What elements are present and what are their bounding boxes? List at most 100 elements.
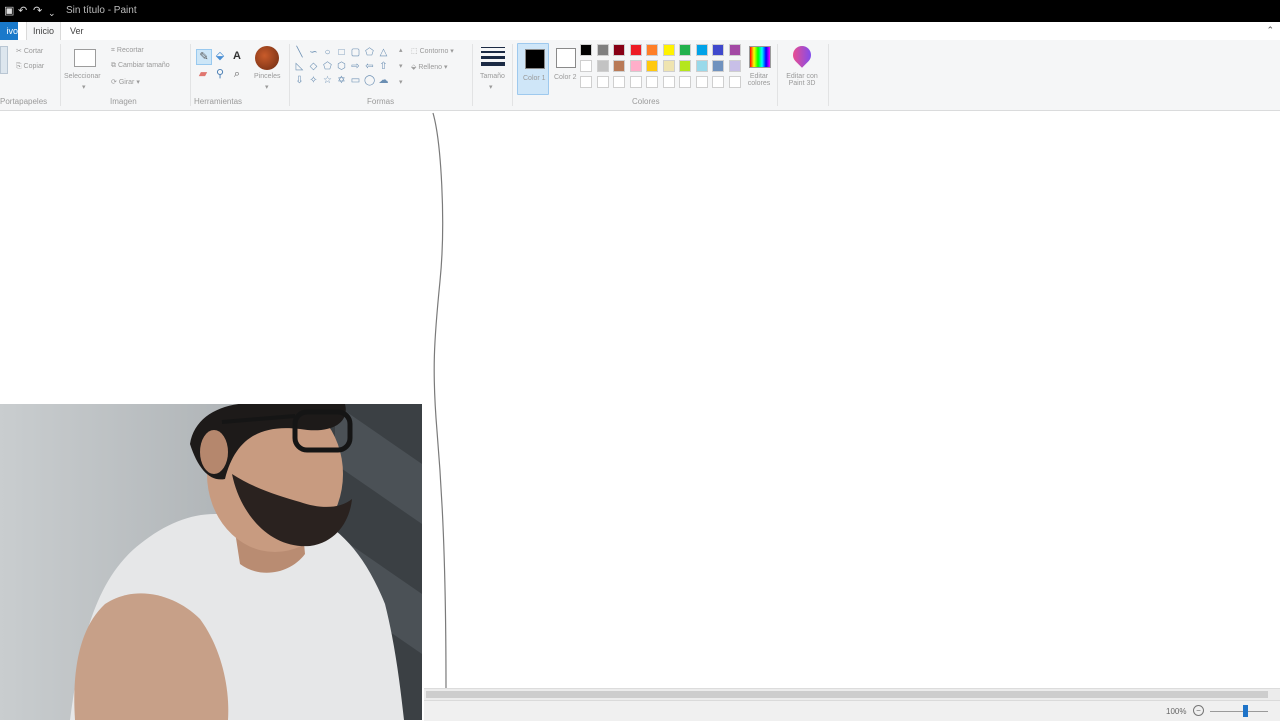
palette-swatch[interactable] — [712, 44, 724, 56]
palette-swatch[interactable] — [712, 60, 724, 72]
palette-swatch[interactable] — [728, 60, 741, 72]
palette-swatch[interactable] — [629, 60, 642, 72]
copy-button[interactable]: ⎘ Copiar — [16, 63, 44, 71]
brushes-dropdown-icon[interactable]: ▾ — [265, 83, 269, 91]
curve-shape-icon[interactable]: ∽ — [308, 47, 319, 58]
right-arrow-shape-icon[interactable]: ⇨ — [350, 61, 361, 72]
color2-button[interactable]: Color 2 — [549, 43, 579, 93]
palette-swatch[interactable] — [662, 60, 675, 72]
palette-swatch[interactable] — [662, 44, 675, 56]
down-arrow-shape-icon[interactable]: ⇩ — [294, 75, 305, 86]
hexagon-shape-icon[interactable]: ⬡ — [336, 61, 347, 72]
paint3d-icon[interactable] — [789, 42, 815, 68]
select-icon[interactable] — [74, 49, 96, 67]
color1-button[interactable]: Color 1 — [517, 43, 549, 95]
line-shape-icon[interactable]: ╲ — [294, 47, 305, 58]
resize-button[interactable]: ⧉ Cambiar tamaño — [111, 62, 170, 70]
chevron-up-icon[interactable]: ⌃ — [1266, 25, 1274, 36]
palette-swatch[interactable] — [580, 76, 592, 88]
webcam-person-image — [0, 404, 422, 720]
palette-swatch[interactable] — [629, 76, 642, 88]
tab-file[interactable]: ivo — [0, 22, 18, 40]
redo-icon[interactable]: ↷ — [33, 5, 42, 17]
cloud-callout-shape-icon[interactable]: ☁ — [378, 75, 389, 86]
select-dropdown-icon[interactable]: ▾ — [82, 83, 86, 91]
palette-swatch[interactable] — [613, 76, 625, 88]
polygon-shape-icon[interactable]: ⬠ — [364, 47, 375, 58]
palette-swatch[interactable] — [728, 76, 741, 88]
customize-quick-access-icon[interactable]: ⌄ — [48, 7, 56, 19]
shapes-more-icon[interactable]: ▾ — [399, 78, 403, 86]
undo-icon[interactable]: ↶ — [18, 5, 27, 17]
paste-icon[interactable] — [0, 46, 8, 74]
size-button[interactable]: Tamaño — [480, 73, 505, 80]
edit-with-paint3d-button[interactable]: Editar con Paint 3D — [782, 73, 822, 87]
palette-swatch[interactable] — [596, 60, 609, 72]
app-icon: ▣ — [4, 5, 15, 17]
palette-swatch[interactable] — [613, 60, 625, 72]
zoom-slider[interactable] — [1210, 711, 1268, 712]
group-separator — [472, 44, 473, 106]
six-point-star-shape-icon[interactable]: ✡ — [336, 75, 347, 86]
left-arrow-shape-icon[interactable]: ⇦ — [364, 61, 375, 72]
palette-swatch[interactable] — [695, 76, 708, 88]
palette-swatch[interactable] — [695, 44, 708, 56]
pentagon-shape-icon[interactable]: ⬠ — [322, 61, 333, 72]
outline-button[interactable]: ⬚ Contorno ▾ — [411, 47, 454, 55]
shapes-scroll-down-icon[interactable]: ▾ — [399, 62, 403, 70]
fill-button[interactable]: ⬙ Relleno ▾ — [411, 63, 448, 71]
eraser-icon[interactable]: ▰ — [196, 67, 210, 81]
text-icon[interactable]: A — [230, 49, 244, 63]
cut-button[interactable]: ✂ Cortar — [16, 47, 43, 55]
palette-swatch[interactable] — [580, 44, 592, 56]
scrollbar-thumb[interactable] — [426, 691, 1268, 698]
rectangle-shape-icon[interactable]: □ — [336, 47, 347, 58]
fill-bucket-icon[interactable]: ⬙ — [213, 49, 227, 63]
palette-swatch[interactable] — [613, 44, 625, 56]
palette-swatch[interactable] — [646, 44, 658, 56]
palette-swatch[interactable] — [679, 60, 691, 72]
palette-swatch[interactable] — [662, 76, 675, 88]
shapes-scroll-up-icon[interactable]: ▴ — [399, 46, 403, 54]
color-picker-icon[interactable]: ⚲ — [213, 67, 227, 81]
callout-shape-icon[interactable]: ▭ — [350, 75, 361, 86]
select-button[interactable]: Seleccionar — [64, 73, 101, 80]
four-point-star-shape-icon[interactable]: ✧ — [308, 75, 319, 86]
group-separator — [828, 44, 829, 106]
brushes-icon[interactable] — [255, 46, 279, 70]
rounded-rectangle-shape-icon[interactable]: ▢ — [350, 47, 361, 58]
rotate-button[interactable]: ⟳ Girar ▾ — [111, 78, 140, 86]
size-dropdown-icon[interactable]: ▾ — [489, 83, 493, 91]
oval-shape-icon[interactable]: ○ — [322, 47, 333, 58]
triangle-shape-icon[interactable]: △ — [378, 47, 389, 58]
zoom-out-icon[interactable]: − — [1193, 705, 1204, 716]
diamond-shape-icon[interactable]: ◇ — [308, 61, 319, 72]
palette-swatch[interactable] — [580, 60, 592, 72]
crop-button[interactable]: ⌗ Recortar — [111, 47, 144, 55]
palette-swatch[interactable] — [596, 44, 609, 56]
pencil-icon[interactable]: ✎ — [196, 49, 212, 65]
oval-callout-shape-icon[interactable]: ◯ — [364, 75, 375, 86]
palette-swatch[interactable] — [695, 60, 708, 72]
palette-swatch[interactable] — [596, 76, 609, 88]
brushes-button[interactable]: Pinceles — [254, 73, 280, 80]
up-arrow-shape-icon[interactable]: ⇧ — [378, 61, 389, 72]
palette-swatch[interactable] — [646, 60, 658, 72]
five-point-star-shape-icon[interactable]: ☆ — [322, 75, 333, 86]
size-icon[interactable] — [481, 47, 505, 69]
color2-swatch — [556, 48, 576, 68]
magnifier-icon[interactable]: ⌕ — [230, 67, 244, 81]
palette-swatch[interactable] — [629, 44, 642, 56]
tab-home[interactable]: Inicio — [26, 22, 62, 40]
palette-swatch[interactable] — [712, 76, 724, 88]
palette-swatch[interactable] — [646, 76, 658, 88]
edit-colors-button[interactable]: Editar colores — [745, 73, 773, 87]
palette-swatch[interactable] — [679, 44, 691, 56]
zoom-slider-handle[interactable] — [1243, 705, 1248, 717]
tab-view[interactable]: Ver — [64, 22, 90, 40]
palette-swatch[interactable] — [728, 44, 741, 56]
right-triangle-shape-icon[interactable]: ◺ — [294, 61, 305, 72]
edit-colors-icon[interactable] — [749, 46, 771, 68]
shapes-gallery[interactable]: ╲ ∽ ○ □ ▢ ⬠ △ ◺ ◇ ⬠ ⬡ ⇨ ⇦ ⇧ ⇩ ✧ ☆ ✡ ▭ ◯ … — [294, 47, 398, 91]
palette-swatch[interactable] — [679, 76, 691, 88]
